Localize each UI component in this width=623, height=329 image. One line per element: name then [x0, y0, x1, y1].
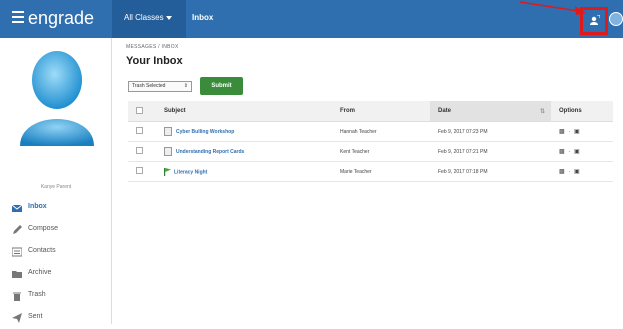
- archive-icon[interactable]: ▩: [559, 149, 566, 155]
- column-header-options: Options: [551, 101, 613, 122]
- envelope-icon: [12, 204, 22, 212]
- sidebar-item-label: Sent: [28, 313, 43, 320]
- subject-cell: Cyber Bulling Workshop: [156, 121, 332, 142]
- sidebar-item-archive[interactable]: Archive: [0, 263, 111, 285]
- all-classes-dropdown[interactable]: All Classes: [124, 13, 164, 22]
- column-header-date-label: Date: [438, 107, 452, 114]
- brand-logo[interactable]: engrade: [28, 8, 94, 29]
- breadcrumb: MESSAGES / INBOX: [126, 44, 179, 50]
- table-row[interactable]: Understanding Report Cards Kent Teacher …: [128, 141, 613, 162]
- from-cell: Marie Teacher: [332, 161, 430, 182]
- delete-icon[interactable]: ▣: [574, 129, 581, 135]
- column-header-from[interactable]: From: [332, 101, 430, 122]
- archive-icon[interactable]: ▩: [559, 169, 566, 175]
- profile-name: Kanye Parent: [40, 184, 72, 190]
- table-row[interactable]: Literacy Night Marie Teacher Feb 9, 2017…: [128, 161, 613, 182]
- table-row[interactable]: Cyber Bulling Workshop Hannah Teacher Fe…: [128, 121, 613, 142]
- bulk-action-value: Trash Selected: [132, 83, 166, 89]
- address-card-icon: [12, 247, 22, 257]
- subject-cell: Understanding Report Cards: [156, 141, 332, 162]
- sidebar-item-label: Inbox: [28, 203, 47, 210]
- date-cell: Feb 9, 2017 07:18 PM: [430, 161, 551, 182]
- account-icon[interactable]: [609, 12, 623, 26]
- trash-icon: [13, 292, 21, 301]
- row-select-cell: [128, 161, 156, 182]
- from-cell: Kent Teacher: [332, 141, 430, 162]
- options-cell: ▩ · ▣: [551, 121, 613, 142]
- sidebar-item-label: Archive: [28, 269, 52, 276]
- select-all-cell: [128, 101, 156, 122]
- sidebar-item-inbox[interactable]: Inbox: [0, 197, 111, 219]
- row-select-cell: [128, 141, 156, 162]
- sidebar-item-sent[interactable]: Sent: [0, 307, 111, 329]
- date-cell: Feb 9, 2017 07:21 PM: [430, 141, 551, 162]
- row-checkbox[interactable]: [136, 127, 143, 134]
- submit-button[interactable]: Submit: [200, 77, 243, 95]
- options-cell: ▩ · ▣: [551, 141, 613, 162]
- archive-icon[interactable]: ▩: [559, 129, 566, 135]
- bulk-action-select[interactable]: Trash Selected ⇕: [128, 81, 192, 92]
- delete-icon[interactable]: ▣: [574, 149, 581, 155]
- subject-cell: Literacy Night: [156, 161, 332, 182]
- document-icon: [164, 127, 172, 136]
- avatar[interactable]: [14, 46, 100, 146]
- column-header-subject[interactable]: Subject: [156, 101, 332, 122]
- sidebar-item-trash[interactable]: Trash: [0, 285, 111, 307]
- subject-link[interactable]: Literacy Night: [174, 169, 207, 175]
- options-cell: ▩ · ▣: [551, 161, 613, 182]
- subject-link[interactable]: Cyber Bulling Workshop: [176, 129, 234, 135]
- row-checkbox[interactable]: [136, 147, 143, 154]
- top-bar: engrade All Classes Inbox: [0, 0, 623, 38]
- select-all-checkbox[interactable]: [136, 106, 143, 114]
- hamburger-menu-icon[interactable]: [12, 11, 24, 23]
- sidebar-item-contacts[interactable]: Contacts: [0, 241, 111, 263]
- inbox-table: Subject From Date ⇅ Options Cyber Bulling…: [128, 101, 613, 182]
- column-header-date[interactable]: Date ⇅: [430, 101, 551, 122]
- section-title: Inbox: [192, 13, 214, 22]
- chevron-down-icon[interactable]: [166, 16, 172, 20]
- row-select-cell: [128, 121, 156, 142]
- flag-icon: [164, 167, 171, 176]
- subject-link[interactable]: Understanding Report Cards: [176, 149, 244, 155]
- page-title: Your Inbox: [126, 55, 183, 67]
- sidebar-item-compose[interactable]: Compose: [0, 219, 111, 241]
- sidebar-item-label: Compose: [28, 225, 58, 232]
- sidebar-item-label: Contacts: [28, 247, 56, 254]
- table-header-row: Subject From Date ⇅ Options: [128, 101, 613, 122]
- from-cell: Hannah Teacher: [332, 121, 430, 142]
- user-switch-icon[interactable]: [590, 15, 600, 25]
- paper-plane-icon: [12, 313, 22, 323]
- select-arrows-icon: ⇕: [183, 83, 188, 89]
- row-checkbox[interactable]: [136, 167, 143, 174]
- sidebar: Kanye Parent Inbox Compose Contacts Arch…: [0, 38, 112, 324]
- sort-icon[interactable]: ⇅: [540, 108, 545, 115]
- delete-icon[interactable]: ▣: [574, 169, 581, 175]
- document-icon: [164, 147, 172, 156]
- pencil-icon: [13, 225, 22, 234]
- folder-icon: [12, 271, 22, 278]
- date-cell: Feb 9, 2017 07:23 PM: [430, 121, 551, 142]
- sidebar-item-label: Trash: [28, 291, 46, 298]
